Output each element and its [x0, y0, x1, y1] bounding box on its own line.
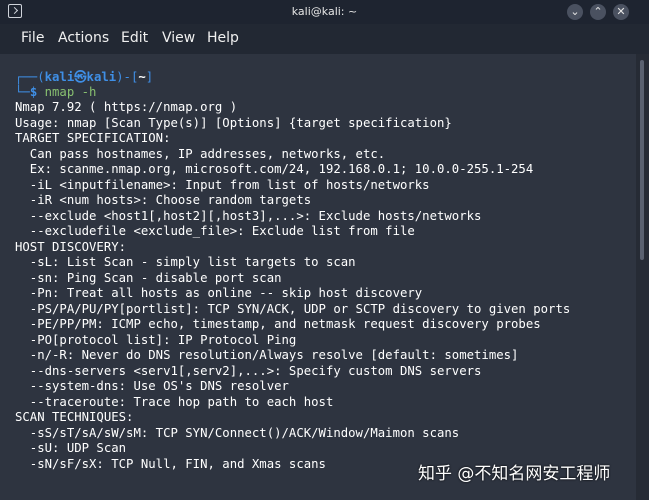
output-line: --traceroute: Trace hop path to each hos…: [15, 394, 334, 409]
close-button[interactable]: ✕: [613, 4, 629, 20]
output-line: -sU: UDP Scan: [15, 441, 127, 455]
output-line: Ex: scanme.nmap.org, microsoft.com/24, 1…: [15, 162, 534, 176]
output-line: --excludefile <exclude_file>: Exclude li…: [15, 224, 415, 238]
output-line: Nmap 7.92 ( https://nmap.org ): [15, 100, 238, 114]
output-line: --system-dns: Use OS's DNS resolver: [15, 379, 289, 393]
output-line: -iL <inputfilename>: Input from list of …: [15, 177, 430, 192]
output-line: --exclude <host1[,host2][,host3],...>: E…: [15, 208, 482, 223]
output-line: HOST DISCOVERY:: [15, 239, 127, 254]
menu-actions[interactable]: Actions: [58, 30, 109, 46]
output-line: -PS/PA/PU/PY[portlist]: TCP SYN/ACK, UDP…: [15, 301, 571, 316]
prompt-line-2: └─$ nmap -h: [15, 85, 97, 99]
output-line: SCAN TECHNIQUES:: [15, 410, 134, 424]
output-line: -Pn: Treat all hosts as online -- skip h…: [15, 286, 423, 300]
title-bar[interactable]: kali@kali: ~ ⌄ ⌃ ✕: [0, 0, 649, 24]
output-line: -iR <num hosts>: Choose random targets: [15, 193, 312, 207]
output-line: -sL: List Scan - simply list targets to …: [15, 255, 356, 269]
menu-file[interactable]: File: [21, 30, 44, 46]
terminal-output[interactable]: ┌──(kali㉿kali)-[~] └─$ nmap -h Nmap 7.92…: [0, 54, 636, 500]
output-line: Usage: nmap [Scan Type(s)] [Options] {ta…: [15, 115, 452, 130]
menu-bar: File Actions Edit View Help: [0, 24, 649, 54]
output-line: -n/-R: Never do DNS resolution/Always re…: [15, 348, 519, 362]
scrollbar-thumb[interactable]: [640, 60, 644, 260]
output-line: -sS/sT/sA/sW/sM: TCP SYN/Connect()/ACK/W…: [15, 425, 460, 440]
menu-view[interactable]: View: [162, 30, 195, 46]
output-line: TARGET SPECIFICATION:: [15, 131, 171, 145]
menu-edit[interactable]: Edit: [121, 30, 148, 46]
output-line: -sn: Ping Scan - disable port scan: [15, 270, 282, 285]
output-line: -sN/sF/sX: TCP Null, FIN, and Xmas scans: [15, 456, 326, 471]
output-line: -PE/PP/PM: ICMP echo, timestamp, and net…: [15, 317, 541, 331]
vertical-scrollbar[interactable]: [636, 54, 649, 500]
prompt-user-host: kali㉿kali: [44, 70, 117, 84]
output-line: -PO[protocol list]: IP Protocol Ping: [15, 332, 297, 347]
prompt-line-1: ┌──(kali㉿kali)-[~]: [15, 70, 154, 84]
maximize-button[interactable]: ⌃: [590, 4, 606, 20]
window-title: kali@kali: ~: [291, 5, 358, 18]
minimize-button[interactable]: ⌄: [567, 4, 583, 20]
terminal-window: kali@kali: ~ ⌄ ⌃ ✕ File Actions Edit Vie…: [0, 0, 649, 500]
prompt-path: ~: [138, 70, 146, 84]
prompt-command: nmap -h: [44, 85, 97, 99]
output-line: --dns-servers <serv1[,serv2],...>: Speci…: [15, 363, 482, 378]
menu-help[interactable]: Help: [207, 30, 239, 46]
output-line: Can pass hostnames, IP addresses, networ…: [15, 146, 386, 161]
watermark: 知乎 @不知名网安工程师: [418, 464, 611, 484]
